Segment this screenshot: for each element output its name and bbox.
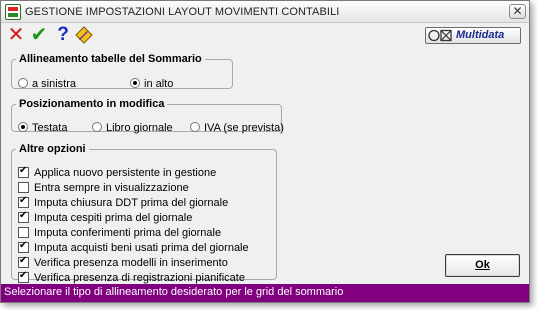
checkbox-label: Verifica presenza modelli in inserimento (34, 257, 228, 269)
confirm-icon[interactable]: ✔ (29, 25, 49, 45)
status-bar: Selezionare il tipo di allineamento desi… (1, 284, 529, 302)
checkbox[interactable] (18, 255, 29, 268)
radio-testata[interactable]: Testata (18, 122, 67, 134)
positioning-legend: Posizionamento in modifica (19, 98, 165, 110)
help-icon[interactable]: ? (53, 25, 73, 45)
radio-indicator[interactable] (190, 122, 200, 132)
checkbox[interactable] (18, 210, 29, 223)
alignment-legend: Allineamento tabelle del Sommario (19, 53, 202, 65)
option-imputa-chiusura-ddt[interactable]: Imputa chiusura DDT prima del giornale (18, 195, 229, 212)
option-applica-nuovo-persistente[interactable]: Applica nuovo persistente in gestione (18, 165, 217, 182)
dialog-window: GESTIONE IMPOSTAZIONI LAYOUT MOVIMENTI C… (0, 0, 530, 303)
ok-button[interactable]: Ok (445, 254, 520, 277)
radio-libro-giornale[interactable]: Libro giornale (92, 122, 173, 134)
radio-indicator[interactable] (92, 122, 102, 132)
checkbox[interactable] (18, 195, 29, 208)
close-button[interactable]: ✕ (509, 4, 526, 19)
option-imputa-conferimenti[interactable]: Imputa conferimenti prima del giornale (18, 227, 221, 242)
radio-label: Libro giornale (106, 122, 173, 134)
radio-indicator[interactable] (130, 78, 140, 88)
title-bar[interactable]: GESTIONE IMPOSTAZIONI LAYOUT MOVIMENTI C… (1, 1, 529, 23)
other-options-group: Altre opzioni Applica nuovo persistente … (11, 143, 277, 284)
radio-label: a sinistra (32, 78, 77, 90)
checkbox[interactable] (18, 240, 29, 253)
radio-align-left[interactable]: a sinistra (18, 78, 76, 90)
checkbox[interactable] (18, 182, 29, 193)
option-verifica-modelli[interactable]: Verifica presenza modelli in inserimento (18, 255, 228, 272)
alignment-group: Allineamento tabelle del Sommario a sini… (11, 53, 233, 90)
radio-iva[interactable]: IVA (se prevista) (190, 122, 284, 134)
brand-name: Multidata (456, 29, 505, 41)
checkbox-label: Applica nuovo persistente in gestione (34, 167, 217, 179)
radio-indicator[interactable] (18, 78, 28, 88)
checkbox-label: Imputa acquisti beni usati prima del gio… (34, 242, 249, 254)
checkbox-label: Imputa cespiti prima del giornale (34, 212, 193, 224)
option-imputa-cespiti[interactable]: Imputa cespiti prima del giornale (18, 210, 193, 227)
edit-icon[interactable] (75, 26, 93, 44)
app-icon (5, 4, 21, 20)
radio-label: Testata (32, 122, 68, 134)
radio-label: IVA (se prevista) (204, 122, 284, 134)
checkbox[interactable] (18, 165, 29, 178)
radio-indicator[interactable] (18, 122, 28, 132)
checkbox-label: Imputa conferimenti prima del giornale (34, 227, 222, 239)
positioning-group: Posizionamento in modifica Testata Libro… (11, 98, 284, 134)
checkbox-label: Verifica presenza di registrazioni piani… (34, 272, 245, 284)
cancel-icon[interactable]: ✕ (6, 25, 26, 45)
option-entra-in-visualizzazione[interactable]: Entra sempre in visualizzazione (18, 182, 189, 197)
radio-align-top[interactable]: in alto (130, 78, 173, 90)
checkbox-label: Entra sempre in visualizzazione (34, 182, 189, 194)
multidata-logo: Multidata (425, 27, 521, 44)
other-options-legend: Altre opzioni (19, 143, 86, 155)
logo-mark-icon (428, 29, 452, 42)
checkbox[interactable] (18, 227, 29, 238)
window-title: GESTIONE IMPOSTAZIONI LAYOUT MOVIMENTI C… (25, 6, 340, 18)
checkbox[interactable] (18, 270, 29, 283)
radio-label: in alto (144, 78, 174, 90)
checkbox-label: Imputa chiusura DDT prima del giornale (34, 197, 229, 209)
option-imputa-acquisti-beni-usati[interactable]: Imputa acquisti beni usati prima del gio… (18, 240, 249, 257)
